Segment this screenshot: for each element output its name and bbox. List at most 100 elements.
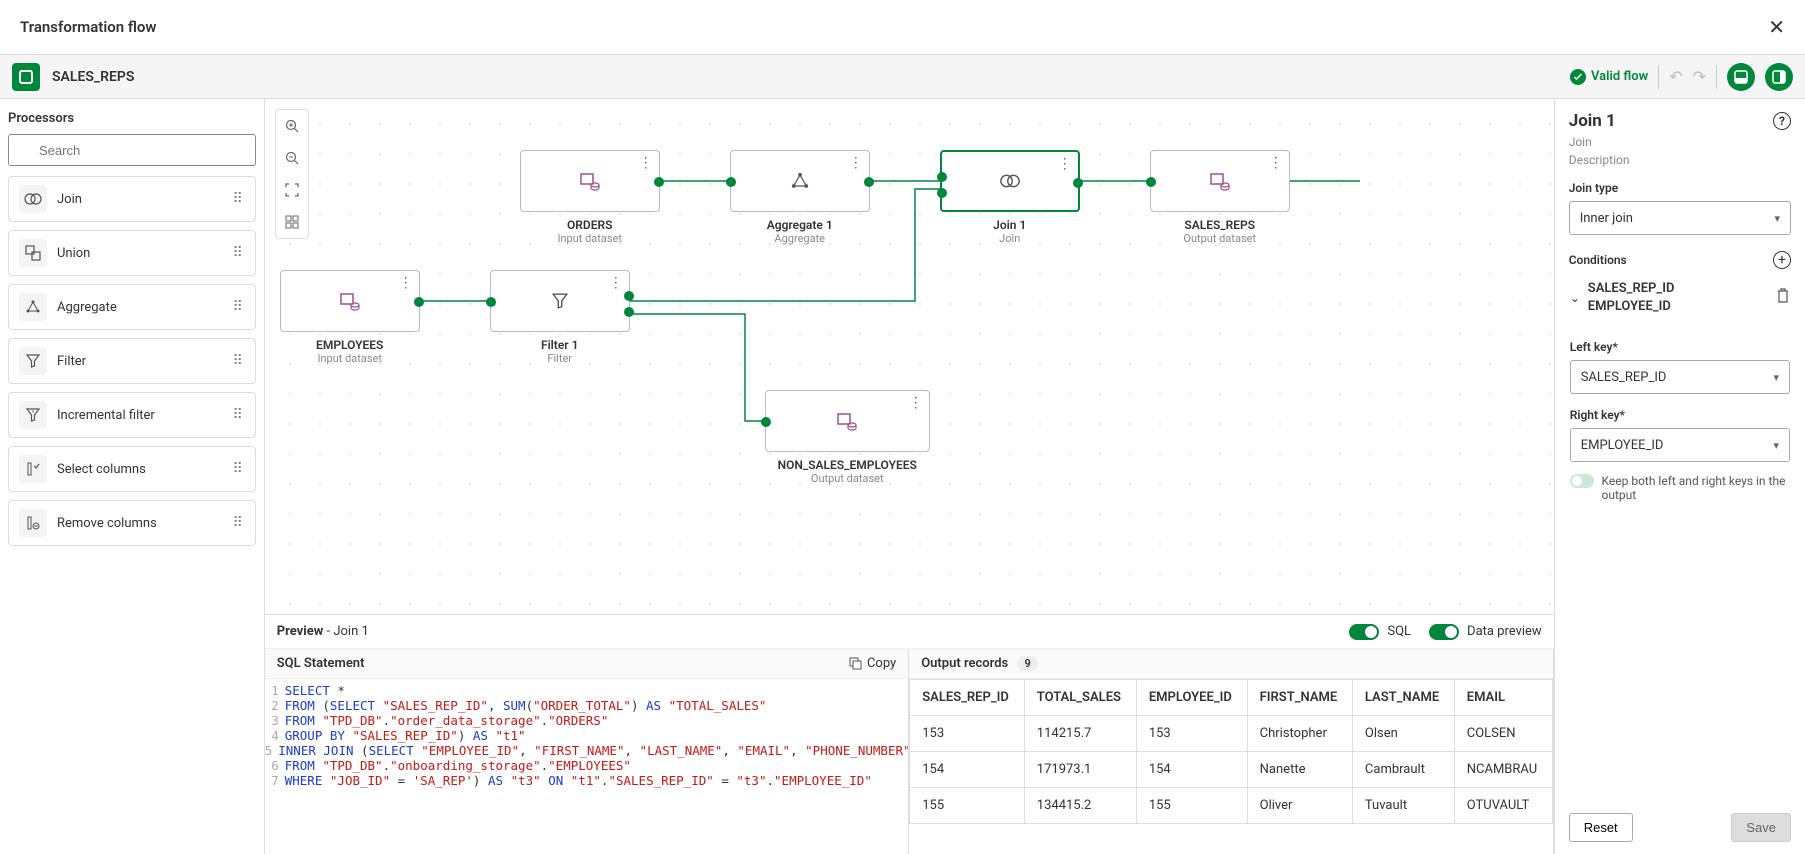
output-port[interactable] xyxy=(414,297,424,307)
node-salesreps[interactable]: ⋮ SALES_REPSOutput dataset xyxy=(1150,150,1290,245)
processor-join[interactable]: Join ⠿ xyxy=(8,176,256,222)
processor-remove-columns[interactable]: Remove columns ⠿ xyxy=(8,500,256,546)
table-header: TOTAL_SALES xyxy=(1024,680,1136,716)
table-header: EMAIL xyxy=(1454,680,1552,716)
select-columns-icon xyxy=(19,455,47,483)
reset-button[interactable]: Reset xyxy=(1569,813,1633,842)
output-port-2[interactable] xyxy=(624,307,634,317)
processor-label: Select columns xyxy=(57,462,146,477)
node-aggregate[interactable]: ⋮ Aggregate 1Aggregate xyxy=(730,150,870,245)
record-count-badge: 9 xyxy=(1017,656,1037,671)
input-port[interactable] xyxy=(726,177,736,187)
table-header: LAST_NAME xyxy=(1352,680,1454,716)
node-name: ORDERS xyxy=(520,218,660,232)
sql-code-block[interactable]: 1SELECT * 2FROM (SELECT "SALES_REP_ID", … xyxy=(265,679,909,792)
copy-button[interactable]: Copy xyxy=(849,656,896,671)
chevron-down-icon: ▾ xyxy=(1773,371,1779,384)
data-preview-toggle[interactable] xyxy=(1429,624,1459,640)
node-type: Filter xyxy=(490,352,630,365)
processor-incremental-filter[interactable]: + Incremental filter ⠿ xyxy=(8,392,256,438)
drag-handle-icon[interactable]: ⠿ xyxy=(232,515,244,531)
panel-toggle-bottom-button[interactable] xyxy=(1727,63,1755,91)
check-circle-icon xyxy=(1570,69,1586,85)
grid-icon[interactable] xyxy=(276,206,308,238)
output-port[interactable] xyxy=(864,177,874,187)
sql-statement-heading: SQL Statement xyxy=(277,656,365,671)
table-cell: NCAMBRAU xyxy=(1454,752,1552,788)
help-icon[interactable]: ? xyxy=(1773,112,1791,130)
output-port[interactable] xyxy=(654,177,664,187)
node-menu-icon[interactable]: ⋮ xyxy=(1058,156,1072,172)
input-port[interactable] xyxy=(486,297,496,307)
input-port[interactable] xyxy=(937,172,947,182)
node-name: Filter 1 xyxy=(490,338,630,352)
save-button[interactable]: Save xyxy=(1731,813,1791,842)
table-cell: OTUVAULT xyxy=(1454,788,1552,824)
right-key-select[interactable]: EMPLOYEE_ID▾ xyxy=(1570,428,1790,462)
processor-filter[interactable]: Filter ⠿ xyxy=(8,338,256,384)
node-join[interactable]: ⋮ Join 1Join xyxy=(940,150,1080,245)
table-cell: Cambrault xyxy=(1352,752,1454,788)
trash-icon[interactable] xyxy=(1776,288,1790,308)
chevron-down-icon[interactable]: ⌄ xyxy=(1570,291,1580,305)
node-menu-icon[interactable]: ⋮ xyxy=(849,155,863,171)
node-employees[interactable]: ⋮ EMPLOYEESInput dataset xyxy=(280,270,420,365)
condition-right-key: EMPLOYEE_ID xyxy=(1588,298,1675,316)
drag-handle-icon[interactable]: ⠿ xyxy=(232,245,244,261)
node-nonsales[interactable]: ⋮ NON_SALES_EMPLOYEESOutput dataset xyxy=(765,390,930,485)
keep-keys-toggle[interactable] xyxy=(1570,474,1594,488)
add-condition-button[interactable]: + xyxy=(1773,251,1791,269)
dataset-icon xyxy=(1209,171,1231,191)
left-key-select[interactable]: SALES_REP_ID▾ xyxy=(1570,360,1790,394)
node-filter[interactable]: ⋮ Filter 1Filter xyxy=(490,270,630,365)
node-menu-icon[interactable]: ⋮ xyxy=(399,275,413,291)
undo-icon[interactable]: ↶ xyxy=(1669,67,1682,86)
table-row[interactable]: 154171973.1154NanetteCambraultNCAMBRAU xyxy=(910,752,1553,788)
drag-handle-icon[interactable]: ⠿ xyxy=(232,353,244,369)
processor-label: Incremental filter xyxy=(57,408,155,423)
node-type: Join xyxy=(940,232,1080,245)
close-icon[interactable]: ✕ xyxy=(1768,15,1785,39)
table-row[interactable]: 153114215.7153ChristopherOlsenCOLSEN xyxy=(910,716,1553,752)
left-key-label: Left key* xyxy=(1570,340,1790,354)
input-port-2[interactable] xyxy=(937,188,947,198)
node-menu-icon[interactable]: ⋮ xyxy=(909,395,923,411)
sql-toggle[interactable] xyxy=(1349,624,1379,640)
flow-canvas[interactable]: ⋮ ORDERSInput dataset ⋮ Aggregate 1Aggre… xyxy=(265,99,1554,614)
fit-screen-icon[interactable] xyxy=(276,174,308,206)
incremental-filter-icon: + xyxy=(19,401,47,429)
output-port[interactable] xyxy=(1073,178,1083,188)
processor-aggregate[interactable]: Aggregate ⠿ xyxy=(8,284,256,330)
node-orders[interactable]: ⋮ ORDERSInput dataset xyxy=(520,150,660,245)
node-menu-icon[interactable]: ⋮ xyxy=(1269,155,1283,171)
panel-toggle-right-button[interactable] xyxy=(1765,63,1793,91)
processor-union[interactable]: Union ⠿ xyxy=(8,230,256,276)
dataset-icon xyxy=(579,171,601,191)
processors-heading: Processors xyxy=(8,111,256,126)
table-cell: 154 xyxy=(910,752,1025,788)
aggregate-icon xyxy=(790,171,810,191)
drag-handle-icon[interactable]: ⠿ xyxy=(232,461,244,477)
zoom-in-icon[interactable] xyxy=(276,110,308,142)
processor-label: Join xyxy=(57,192,82,207)
input-port[interactable] xyxy=(761,417,771,427)
node-menu-icon[interactable]: ⋮ xyxy=(639,155,653,171)
app-logo-icon xyxy=(12,63,40,91)
node-name: Aggregate 1 xyxy=(730,218,870,232)
node-menu-icon[interactable]: ⋮ xyxy=(609,275,623,291)
chevron-down-icon: ▾ xyxy=(1773,439,1779,452)
table-header: SALES_REP_ID xyxy=(910,680,1025,716)
drag-handle-icon[interactable]: ⠿ xyxy=(232,299,244,315)
drag-handle-icon[interactable]: ⠿ xyxy=(232,191,244,207)
search-input[interactable] xyxy=(8,134,256,166)
join-type-select[interactable]: Inner join▾ xyxy=(1569,201,1791,235)
table-row[interactable]: 155134415.2155OliverTuvaultOTUVAULT xyxy=(910,788,1553,824)
output-port[interactable] xyxy=(624,291,634,301)
redo-icon[interactable]: ↷ xyxy=(1693,67,1706,86)
join-type-label: Join type xyxy=(1569,181,1791,195)
input-port[interactable] xyxy=(1146,177,1156,187)
zoom-out-icon[interactable] xyxy=(276,142,308,174)
processor-select-columns[interactable]: Select columns ⠿ xyxy=(8,446,256,492)
drag-handle-icon[interactable]: ⠿ xyxy=(232,407,244,423)
node-type: Input dataset xyxy=(280,352,420,365)
